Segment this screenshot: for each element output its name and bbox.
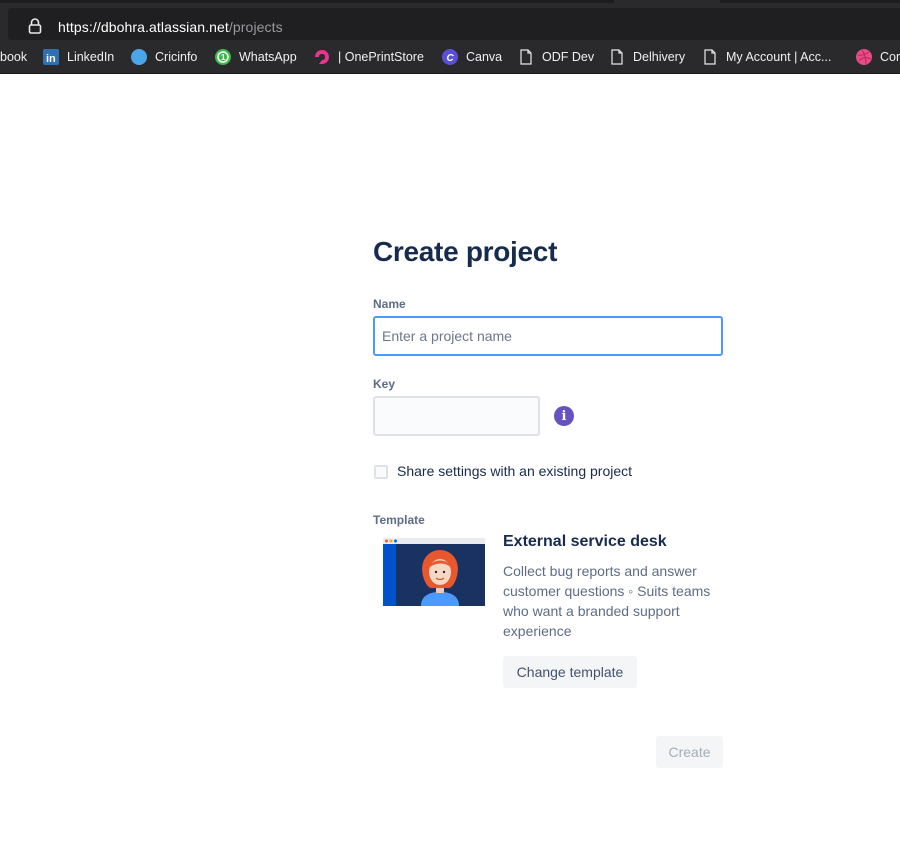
change-template-button[interactable]: Change template xyxy=(503,656,637,688)
bookmark-cricinfo[interactable]: Cricinfo xyxy=(131,48,197,66)
bookmark-label: | OnePrintStore xyxy=(338,50,424,64)
bookmark-label: Delhivery xyxy=(633,50,686,64)
bookmark-label: Cor xyxy=(880,50,900,64)
share-settings-label[interactable]: Share settings with an existing project xyxy=(397,463,632,479)
template-illustration xyxy=(383,538,485,606)
bookmark-oneprintstore[interactable]: | OnePrintStore xyxy=(314,48,424,66)
bookmark-linkedin[interactable]: in LinkedIn xyxy=(43,48,114,66)
cricinfo-icon xyxy=(131,49,147,65)
bookmark-my-account[interactable]: My Account | Acc... xyxy=(702,48,831,66)
url-path: /projects xyxy=(228,19,283,35)
template-title: External service desk xyxy=(503,533,667,550)
whatsapp-icon: 1 xyxy=(215,49,231,65)
create-button[interactable]: Create xyxy=(656,736,723,768)
bookmark-label: book xyxy=(0,50,28,64)
svg-text:1: 1 xyxy=(221,53,226,62)
linkedin-icon: in xyxy=(43,49,59,65)
page-icon xyxy=(518,49,534,65)
page-icon xyxy=(609,49,625,65)
bookmark-label: Canva xyxy=(466,50,503,64)
page-title: Create project xyxy=(373,236,558,267)
bookmark-canva[interactable]: C Canva xyxy=(442,48,502,66)
bookmark-odf-dev[interactable]: ODF Dev xyxy=(518,48,594,66)
bookmark-label: LinkedIn xyxy=(67,50,115,64)
lock-icon xyxy=(28,18,42,34)
svg-text:in: in xyxy=(46,53,56,65)
project-name-input[interactable] xyxy=(373,316,723,356)
bookmark-label: My Account | Acc... xyxy=(726,50,832,64)
key-label: Key xyxy=(373,377,396,391)
page-icon xyxy=(702,49,718,65)
bookmark-whatsapp[interactable]: 1 WhatsApp xyxy=(215,48,297,66)
template-label: Template xyxy=(373,513,425,527)
url-field[interactable]: https://dbohra.atlassian.net/projects xyxy=(8,8,900,40)
bookmarks-bar: book in LinkedIn Cricinfo 1 WhatsApp | O… xyxy=(0,40,900,74)
bookmark-label: WhatsApp xyxy=(239,50,297,64)
project-key-input[interactable] xyxy=(373,396,540,436)
url-text: https://dbohra.atlassian.net/projects xyxy=(58,19,283,35)
info-icon[interactable]: i xyxy=(554,406,574,426)
svg-text:C: C xyxy=(447,53,455,64)
bookmark-dribbble[interactable]: Cor xyxy=(856,48,900,66)
template-description: Collect bug reports and answer customer … xyxy=(503,563,711,639)
bookmark-label: ODF Dev xyxy=(542,50,595,64)
url-domain: https://dbohra.atlassian.net xyxy=(58,19,229,35)
browser-tab[interactable] xyxy=(0,0,614,3)
browser-tab[interactable] xyxy=(720,0,900,3)
bookmark-label: Cricinfo xyxy=(155,50,198,64)
canva-icon: C xyxy=(442,49,458,65)
bookmark-facebook[interactable]: book xyxy=(0,48,27,66)
share-settings-checkbox[interactable] xyxy=(374,465,388,479)
browser-address-bar: https://dbohra.atlassian.net/projects xyxy=(0,4,900,40)
oneprintstore-icon xyxy=(314,49,330,65)
bookmark-delhivery[interactable]: Delhivery xyxy=(609,48,685,66)
name-label: Name xyxy=(373,297,406,311)
dribbble-icon xyxy=(856,49,872,65)
